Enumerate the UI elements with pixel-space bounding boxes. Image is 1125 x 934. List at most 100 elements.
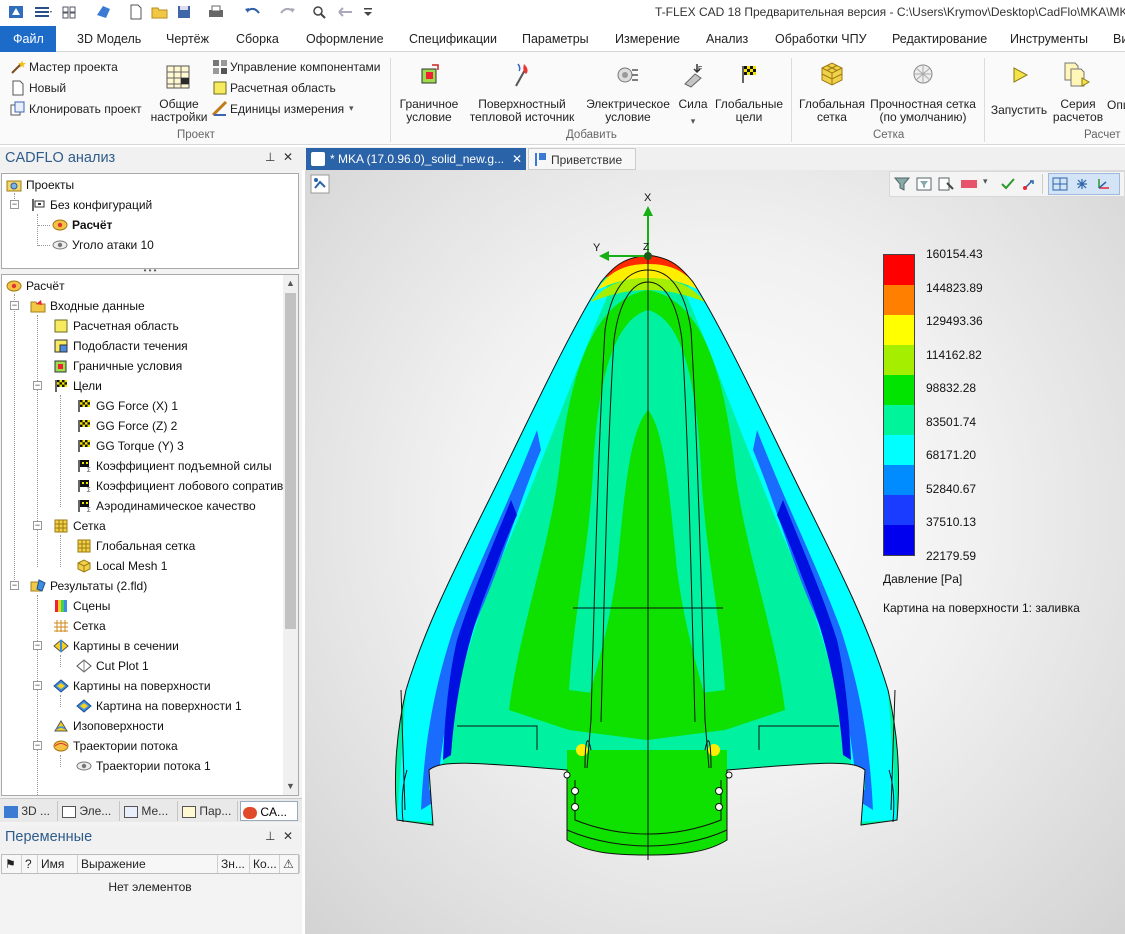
tree-expander[interactable]: −	[10, 301, 19, 310]
save-icon[interactable]	[175, 3, 197, 21]
ribbon-button-strength-mesh[interactable]: Прочностная сетка (по умолчанию)	[867, 60, 979, 126]
column-expression[interactable]: Выражение	[78, 855, 218, 873]
tab-analysis[interactable]: Анализ	[706, 26, 748, 52]
ribbon-button-calc-series[interactable]: Серия расчетов	[1050, 60, 1106, 126]
model-icon[interactable]	[94, 3, 116, 21]
tree-expander[interactable]: −	[33, 681, 42, 690]
open-folder-icon[interactable]	[150, 3, 170, 21]
warning-icon[interactable]: ⚠	[280, 855, 300, 873]
tree-expander[interactable]: −	[33, 381, 42, 390]
tree-expander[interactable]: −	[33, 641, 42, 650]
goal-flag-icon	[742, 66, 756, 83]
ribbon-button-force[interactable]: F Сила ▾	[674, 60, 712, 126]
legend-value-label: 160154.43	[926, 247, 983, 261]
ribbon-button-new[interactable]: Новый	[10, 80, 90, 96]
cut-plot-item-icon	[76, 659, 92, 673]
column-name[interactable]: Имя	[38, 855, 78, 873]
tab-elements-panel[interactable]: Эле...	[60, 801, 120, 821]
print-icon[interactable]	[206, 3, 228, 21]
tree-label: Коэффициент подъемной силы	[96, 459, 272, 473]
ribbon-button-boundary-condition[interactable]: Граничное условие	[396, 60, 462, 126]
ribbon-button-surface-heat-source[interactable]: Поверхностный тепловой источник	[462, 60, 582, 126]
empty-message: Нет элементов	[108, 880, 192, 894]
zoom-icon[interactable]	[310, 3, 328, 21]
column-help[interactable]: ?	[22, 855, 38, 873]
tab-design[interactable]: Оформление	[306, 26, 384, 52]
tree-scrollbar[interactable]: ▲ ▼	[283, 275, 298, 795]
ribbon-button-general-settings[interactable]: Общие настройки	[150, 60, 208, 126]
tree-label: Сетка	[73, 619, 106, 633]
customize-arrow-icon[interactable]	[362, 3, 374, 21]
scroll-down-icon[interactable]: ▼	[286, 781, 295, 791]
tree-expander[interactable]: −	[33, 521, 42, 530]
tab-menu-panel[interactable]: Ме...	[122, 801, 178, 821]
tab-drawing[interactable]: Чертёж	[166, 26, 209, 52]
tree-label: Изоповерхности	[73, 719, 164, 733]
ruler-icon	[212, 101, 228, 117]
ribbon-button-project-wizard[interactable]: Мастер проекта	[10, 59, 160, 75]
tab-parameters-panel[interactable]: Пар...	[180, 801, 238, 821]
ribbon-button-global-goals[interactable]: Глобальные цели	[713, 60, 785, 126]
tab-label: Ме...	[141, 804, 169, 818]
tree-label: Расчетная область	[73, 319, 179, 333]
tab-edit[interactable]: Редактирование	[892, 26, 987, 52]
tab-3d-model-panel[interactable]: 3D ...	[2, 801, 58, 821]
ribbon-group-project: Проект	[177, 129, 215, 141]
3d-viewport[interactable]: ▾ X Y Z 160154.43 144823.89 129493.36 11…	[305, 170, 1125, 934]
force-dropdown-icon[interactable]: ▾	[674, 115, 712, 128]
ribbon-group-calc: Расчет	[1084, 129, 1121, 141]
doc-tab-close-icon[interactable]: ✕	[512, 148, 522, 170]
ribbon-label-new: Новый	[29, 81, 67, 95]
tree-label: Сетка	[73, 519, 106, 533]
ribbon-button-calc-domain[interactable]: Расчетная область	[212, 80, 352, 96]
close-icon[interactable]: ✕	[283, 150, 293, 164]
ribbon-button-global-mesh[interactable]: Глобальная сетка	[797, 60, 867, 126]
tab-file[interactable]: Файл	[0, 26, 56, 52]
tree-expander[interactable]: −	[33, 741, 42, 750]
redo-icon[interactable]	[276, 3, 298, 21]
tree-expander[interactable]: −	[10, 581, 19, 590]
doc-tab-mka[interactable]: * MKA (17.0.96.0)_solid_new.g... ✕	[306, 148, 526, 170]
splitter-grip-icon[interactable]: • • •	[138, 267, 162, 275]
grid-view-icon[interactable]	[60, 3, 82, 21]
ribbon-group-add: Добавить	[566, 129, 617, 141]
doc-tab-welcome[interactable]: Приветствие	[528, 148, 636, 170]
scrollbar-thumb[interactable]	[285, 293, 296, 629]
tab-tools[interactable]: Инструменты	[1010, 26, 1088, 52]
column-value[interactable]: Зн...	[218, 855, 250, 873]
ribbon-button-run[interactable]: Запустить	[988, 60, 1050, 126]
ribbon-tab-bar: Файл 3D Модель Чертёж Сборка Оформление …	[0, 26, 1125, 52]
tab-specifications[interactable]: Спецификации	[409, 26, 497, 52]
history-icon[interactable]	[335, 3, 357, 21]
ribbon-button-electrical-condition[interactable]: Электрическое условие	[583, 60, 673, 126]
scroll-up-icon[interactable]: ▲	[286, 278, 295, 288]
units-dropdown-icon[interactable]: ▾	[349, 101, 354, 115]
undo-icon[interactable]	[242, 3, 264, 21]
cut-plot-icon	[53, 639, 69, 653]
pin-icon[interactable]: ⊥	[265, 150, 275, 164]
tab-parameters[interactable]: Параметры	[522, 26, 589, 52]
ribbon-label-options[interactable]: Опц	[1107, 98, 1125, 112]
tab-view[interactable]: Ви	[1113, 26, 1125, 52]
ribbon-button-manage-components[interactable]: Управление компонентами	[212, 59, 387, 75]
cadflo-icon	[243, 806, 257, 819]
tree-expander[interactable]: −	[10, 200, 19, 209]
close-icon[interactable]: ✕	[283, 829, 293, 843]
heat-source-icon	[515, 63, 528, 87]
app-logo-icon[interactable]	[6, 3, 26, 21]
tab-cnc[interactable]: Обработки ЧПУ	[775, 26, 867, 52]
tab-3d-model[interactable]: 3D Модель	[77, 26, 141, 52]
legend-value-label: 37510.13	[926, 515, 977, 529]
menu-icon[interactable]	[32, 3, 54, 21]
ribbon-button-clone[interactable]: Клонировать проект	[10, 101, 150, 117]
tab-assembly[interactable]: Сборка	[236, 26, 279, 52]
tab-measure[interactable]: Измерение	[615, 26, 680, 52]
pin-icon[interactable]: ⊥	[265, 829, 275, 843]
flag-column-icon[interactable]: ⚑	[2, 855, 22, 873]
column-comment[interactable]: Ко...	[250, 855, 280, 873]
new-file-icon[interactable]	[128, 3, 144, 21]
ribbon-button-units[interactable]: Единицы измерения ▾	[212, 101, 362, 117]
ribbon-label-goals-2: цели	[735, 110, 763, 124]
pressure-legend[interactable]: 160154.43 144823.89 129493.36 114162.82 9883…	[883, 247, 1113, 615]
tab-cadflo-panel[interactable]: CA...	[240, 801, 298, 821]
